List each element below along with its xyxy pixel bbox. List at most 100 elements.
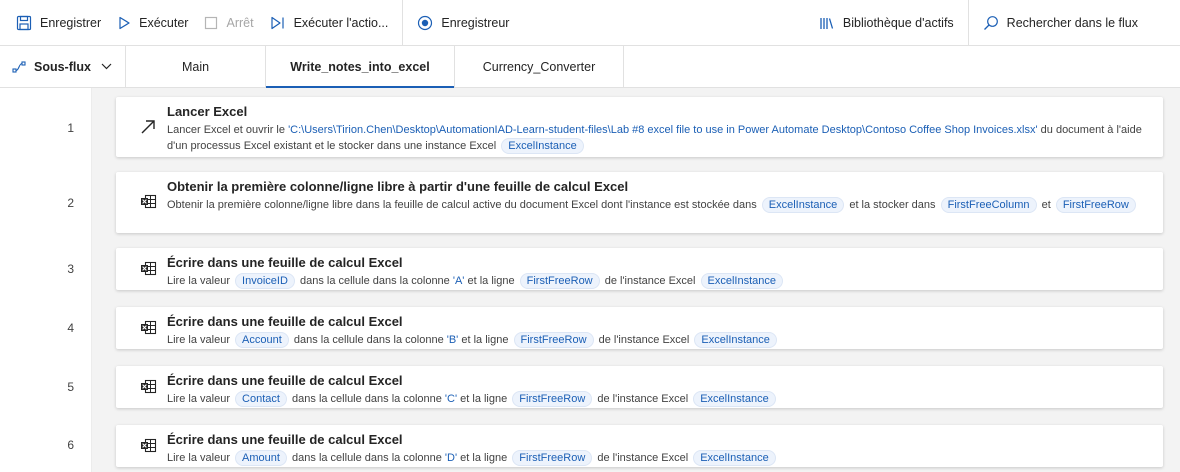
excel-sheet-icon — [141, 320, 157, 335]
action-title: Écrire dans une feuille de calcul Excel — [167, 373, 403, 388]
desc-text: Obtenir la première colonne/ligne libre … — [167, 199, 757, 211]
action-description: Lancer Excel et ouvrir le 'C:\Users\Tiri… — [167, 122, 1145, 154]
variable-token[interactable]: FirstFreeRow — [512, 391, 593, 407]
tab-label: Write_notes_into_excel — [290, 59, 430, 74]
variable-token[interactable]: FirstFreeColumn — [940, 197, 1037, 213]
recorder-button[interactable]: Enregistreur — [409, 0, 517, 46]
desc-text: dans la cellule dans la colonne — [292, 452, 442, 464]
action-title: Écrire dans une feuille de calcul Excel — [167, 432, 403, 447]
asset-library-label: Bibliothèque d'actifs — [842, 15, 954, 30]
library-icon — [820, 17, 833, 29]
variable-token[interactable]: InvoiceID — [235, 273, 295, 289]
action-card-launch-excel[interactable]: Lancer Excel Lancer Excel et ouvrir le '… — [116, 97, 1163, 157]
stop-icon — [205, 16, 218, 29]
variable-token[interactable]: FirstFreeRow — [519, 273, 600, 289]
variable-token[interactable]: FirstFreeRow — [512, 450, 593, 466]
action-title: Écrire dans une feuille de calcul Excel — [167, 255, 403, 270]
column-literal: 'D' — [444, 452, 458, 464]
action-description: Lire la valeur Contact dans la cellule d… — [167, 391, 1145, 407]
file-path-literal: 'C:\Users\Tirion.Chen\Desktop\Automation… — [288, 124, 1038, 136]
desc-text: et la ligne — [461, 334, 509, 346]
action-description: Lire la valeur Amount dans la cellule da… — [167, 450, 1145, 466]
desc-text: Lire la valeur — [167, 334, 230, 346]
subflows-label: Sous-flux — [34, 59, 91, 74]
variable-token[interactable]: ExcelInstance — [700, 273, 784, 289]
toolbar: Enregistrer Exécuter Arrêt Exécuter l'ac… — [0, 0, 1180, 46]
action-card-write-excel[interactable]: Écrire dans une feuille de calcul Excel … — [116, 248, 1163, 290]
line-number: 4 — [67, 321, 74, 335]
tab-write-notes-into-excel[interactable]: Write_notes_into_excel — [266, 46, 455, 88]
desc-text: et la ligne — [460, 393, 508, 405]
column-literal: 'B' — [446, 334, 459, 346]
action-description: Lire la valeur Account dans la cellule d… — [167, 332, 1145, 348]
desc-text: dans la cellule dans la colonne — [292, 393, 442, 405]
excel-sheet-icon — [141, 379, 157, 394]
recorder-label: Enregistreur — [441, 15, 510, 30]
line-number: 6 — [67, 438, 74, 452]
tab-label: Currency_Converter — [482, 59, 596, 74]
desc-text: de l'instance Excel — [597, 452, 689, 464]
action-card-write-excel[interactable]: Écrire dans une feuille de calcul Excel … — [116, 307, 1163, 349]
subflow-tabs: Sous-flux Main Write_notes_into_excel Cu… — [0, 46, 1180, 88]
action-card-write-excel[interactable]: Écrire dans une feuille de calcul Excel … — [116, 425, 1163, 467]
asset-library-button[interactable]: Bibliothèque d'actifs — [811, 0, 962, 46]
variable-token[interactable]: ExcelInstance — [694, 332, 777, 348]
run-action-button[interactable]: Exécuter l'actio... — [262, 0, 397, 46]
desc-text: de l'instance Excel — [598, 334, 690, 346]
variable-token[interactable]: Amount — [235, 450, 287, 466]
line-number: 2 — [67, 196, 74, 210]
run-button[interactable]: Exécuter — [109, 0, 196, 46]
variable-token[interactable]: ExcelInstance — [761, 197, 845, 213]
variable-token[interactable]: ExcelInstance — [501, 138, 584, 154]
subflows-dropdown[interactable]: Sous-flux — [0, 46, 126, 87]
desc-text: et la ligne — [467, 275, 515, 287]
desc-text: de l'instance Excel — [597, 393, 689, 405]
desc-text: dans la cellule dans la colonne — [293, 334, 444, 346]
desc-text: Lire la valeur — [167, 393, 230, 405]
action-title: Lancer Excel — [167, 104, 248, 119]
line-number: 5 — [67, 380, 74, 394]
action-card-get-first-free[interactable]: Obtenir la première colonne/ligne libre … — [116, 172, 1163, 233]
search-icon — [983, 15, 998, 30]
line-number-gutter: 1 2 3 4 5 6 — [0, 88, 92, 472]
line-number: 1 — [67, 121, 74, 135]
variable-token[interactable]: ExcelInstance — [693, 391, 776, 407]
column-literal: 'A' — [452, 275, 465, 287]
desc-text: et — [1041, 199, 1051, 211]
action-description: Lire la valeur InvoiceID dans la cellule… — [167, 273, 1145, 289]
variable-token[interactable]: FirstFreeRow — [513, 332, 594, 348]
stop-button[interactable]: Arrêt — [196, 0, 261, 46]
tab-currency-converter[interactable]: Currency_Converter — [455, 46, 624, 87]
column-literal: 'C' — [444, 393, 458, 405]
variable-token[interactable]: Account — [235, 332, 289, 348]
run-label: Exécuter — [139, 15, 189, 30]
excel-sheet-icon — [141, 194, 157, 209]
variable-token[interactable]: FirstFreeRow — [1055, 197, 1136, 213]
toolbar-divider — [402, 0, 404, 46]
tab-main[interactable]: Main — [126, 46, 266, 87]
toolbar-right: Bibliothèque d'actifs Rechercher dans le… — [811, 0, 1180, 46]
record-icon — [418, 15, 433, 30]
action-card-write-excel[interactable]: Écrire dans une feuille de calcul Excel … — [116, 366, 1163, 408]
search-flow-label: Rechercher dans le flux — [1006, 15, 1138, 30]
flow-designer: 1 2 3 4 5 6 Lancer Excel Lancer Excel et… — [0, 88, 1180, 472]
save-icon — [16, 15, 32, 30]
stop-label: Arrêt — [226, 15, 254, 30]
line-number: 3 — [67, 262, 74, 276]
chevron-down-icon — [101, 63, 112, 70]
desc-text: et la ligne — [460, 452, 508, 464]
launch-arrow-icon — [141, 120, 155, 134]
save-label: Enregistrer — [40, 15, 102, 30]
search-flow-button[interactable]: Rechercher dans le flux — [975, 0, 1180, 46]
run-action-label: Exécuter l'actio... — [293, 15, 389, 30]
play-icon — [119, 16, 130, 29]
variable-token[interactable]: Contact — [235, 391, 287, 407]
desc-text: Lire la valeur — [167, 452, 230, 464]
variable-token[interactable]: ExcelInstance — [693, 450, 776, 466]
subflow-icon — [12, 60, 26, 73]
tab-label: Main — [181, 59, 210, 74]
action-description: Obtenir la première colonne/ligne libre … — [167, 197, 1145, 213]
excel-sheet-icon — [141, 261, 157, 276]
step-play-icon — [270, 16, 284, 29]
save-button[interactable]: Enregistrer — [0, 0, 109, 46]
